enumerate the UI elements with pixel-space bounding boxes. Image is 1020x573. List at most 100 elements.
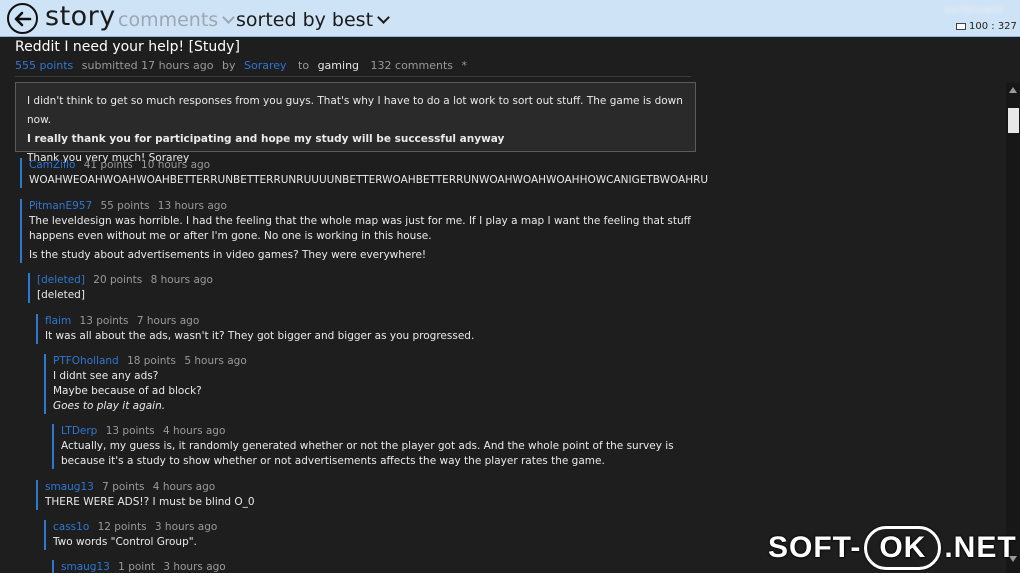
username[interactable]: kurtbrowni xyxy=(944,3,1010,17)
comment-body: WOAHWEOAHWOAHWOAHBETTERRUNBETTERRUNRUUUU… xyxy=(29,173,710,188)
comment-author[interactable]: smaug13 xyxy=(45,481,94,493)
watermark-mid: OK xyxy=(864,526,942,570)
comment-author[interactable]: smaug13 xyxy=(61,561,110,573)
comment-points: 12 points xyxy=(97,521,147,533)
comment-meta: [deleted] 20 points 8 hours ago xyxy=(37,273,708,288)
comment-meta: smaug13 1 point 3 hours ago xyxy=(61,560,708,573)
scrollbar[interactable] xyxy=(1006,83,1020,573)
comment-age: 3 hours ago xyxy=(154,521,218,533)
post-title[interactable]: Reddit I need your help! [Study] xyxy=(15,39,240,55)
post-author[interactable]: Sorarey xyxy=(244,59,287,72)
back-arrow-icon xyxy=(14,11,31,26)
post-points: 555 points xyxy=(15,59,74,72)
comment: cass1o 12 points 3 hours ago Two words "… xyxy=(44,520,708,550)
comment-meta: LTDerp 13 points 4 hours ago xyxy=(61,424,700,439)
comment-meta: flaim 13 points 7 hours ago xyxy=(45,314,708,329)
comment-body: The leveldesign was horrible. I had the … xyxy=(29,214,710,263)
comment-text: THERE WERE ADS!? I must be blind O_0 xyxy=(45,496,255,508)
post-star: * xyxy=(461,59,468,72)
view-label: comments xyxy=(118,9,219,31)
comment-meta: smaug13 7 points 4 hours ago xyxy=(45,480,708,495)
comment-meta: PTFOholland 18 points 5 hours ago xyxy=(53,354,708,369)
comments-pane: Reddit I need your help! [Study] 555 poi… xyxy=(0,38,1006,573)
comment-points: 13 points xyxy=(79,315,129,327)
selftext-line: I didn't think to get so much responses … xyxy=(27,95,683,126)
comment-text: Goes to play it again. xyxy=(53,400,166,412)
comment-points: 13 points xyxy=(105,425,155,437)
comment: flaim 13 points 7 hours ago It was all a… xyxy=(36,314,708,344)
comment-author[interactable]: cass1o xyxy=(53,521,89,533)
comment: LTDerp 13 points 4 hours ago Actually, m… xyxy=(52,424,700,469)
comment-age: 3 hours ago xyxy=(163,561,226,573)
post-by: by xyxy=(221,59,236,72)
comment-meta: PitmanE957 55 points 13 hours ago xyxy=(29,199,710,214)
comment-body: I didnt see any ads? Maybe because of ad… xyxy=(53,369,708,414)
comment: smaug13 1 point 3 hours ago xyxy=(52,560,708,573)
watermark-left: SOFT- xyxy=(768,531,862,564)
comment-age: 7 hours ago xyxy=(136,315,200,327)
comment-author[interactable]: [deleted] xyxy=(37,274,85,286)
comment-body: [deleted] xyxy=(37,288,708,303)
inbox-stats[interactable]: 100 : 327 xyxy=(956,21,1017,32)
comment-meta: cass1o 12 points 3 hours ago xyxy=(53,520,708,535)
post-submitted: submitted 17 hours ago xyxy=(81,59,214,72)
comment-text: Actually, my guess is, it randomly gener… xyxy=(61,440,674,467)
view-selector[interactable]: comments xyxy=(118,9,236,31)
post-subreddit[interactable]: gaming xyxy=(318,59,359,72)
comment-body: Two words "Control Group". xyxy=(53,535,708,550)
sort-label: sorted by best xyxy=(236,9,374,31)
karma-stats: 100 : 327 xyxy=(969,21,1017,32)
post-meta: 555 points submitted 17 hours ago by Sor… xyxy=(15,59,467,72)
comment-text: [deleted] xyxy=(37,289,85,301)
comment-age: 5 hours ago xyxy=(184,355,247,367)
comment-age: 4 hours ago xyxy=(152,481,216,493)
comment-points: 55 points xyxy=(100,200,150,212)
post-to: to xyxy=(298,59,310,72)
comment-points: 20 points xyxy=(93,274,143,286)
watermark: SOFT- OK .NET xyxy=(768,526,1017,570)
comment: PTFOholland 18 points 5 hours ago I didn… xyxy=(44,354,708,414)
post-selftext: I didn't think to get so much responses … xyxy=(15,82,696,164)
comment-body: Actually, my guess is, it randomly gener… xyxy=(61,439,700,469)
sort-selector[interactable]: sorted by best xyxy=(236,9,390,31)
watermark-right: .NET xyxy=(944,531,1017,564)
comment-meta: CamZillo 41 points 10 hours ago xyxy=(29,158,710,173)
comment-text: Two words "Control Group". xyxy=(53,536,197,548)
comment-author[interactable]: CamZillo xyxy=(29,159,75,171)
comment-text: Is the study about advertisements in vid… xyxy=(29,249,427,261)
comment-text: Maybe because of ad block? xyxy=(53,385,202,397)
comment-points: 7 points xyxy=(102,481,145,493)
chevron-down-icon xyxy=(377,11,390,24)
comment-text: WOAHWEOAHWOAHWOAHBETTERRUNBETTERRUNRUUUU… xyxy=(29,174,709,186)
app-header: story comments sorted by best kurtbrowni… xyxy=(0,0,1020,37)
comment-author[interactable]: flaim xyxy=(45,315,71,327)
comment: PitmanE957 55 points 13 hours ago The le… xyxy=(20,199,710,263)
comment: smaug13 7 points 4 hours ago THERE WERE … xyxy=(36,480,708,510)
comment-age: 10 hours ago xyxy=(141,159,211,171)
comment-text: I didnt see any ads? xyxy=(53,370,159,382)
comment-points: 41 points xyxy=(83,159,133,171)
comment-text: The leveldesign was horrible. I had the … xyxy=(29,215,691,242)
comment-body: THERE WERE ADS!? I must be blind O_0 xyxy=(45,495,708,510)
comment-age: 13 hours ago xyxy=(157,200,227,212)
comment-body: It was all about the ads, wasn't it? The… xyxy=(45,329,708,344)
selftext-line: I really thank you for participating and… xyxy=(27,133,505,145)
comment-author[interactable]: LTDerp xyxy=(61,425,97,437)
comment-author[interactable]: PitmanE957 xyxy=(29,200,92,212)
comment-points: 18 points xyxy=(127,355,177,367)
back-button[interactable] xyxy=(7,3,38,34)
mail-icon xyxy=(956,23,966,30)
comment-author[interactable]: PTFOholland xyxy=(53,355,119,367)
comment-points: 1 point xyxy=(118,561,155,573)
page-title: story xyxy=(45,1,116,32)
comment: [deleted] 20 points 8 hours ago [deleted… xyxy=(28,273,708,303)
post-comment-count[interactable]: 132 comments xyxy=(371,59,453,72)
scroll-up-icon[interactable] xyxy=(1009,87,1017,93)
comment-age: 4 hours ago xyxy=(163,425,226,437)
chevron-down-icon xyxy=(222,11,236,24)
comment-text: It was all about the ads, wasn't it? The… xyxy=(45,330,475,342)
divider xyxy=(15,76,691,77)
comment: CamZillo 41 points 10 hours ago WOAHWEOA… xyxy=(20,158,710,188)
scrollbar-thumb[interactable] xyxy=(1008,108,1019,133)
comment-age: 8 hours ago xyxy=(150,274,213,286)
